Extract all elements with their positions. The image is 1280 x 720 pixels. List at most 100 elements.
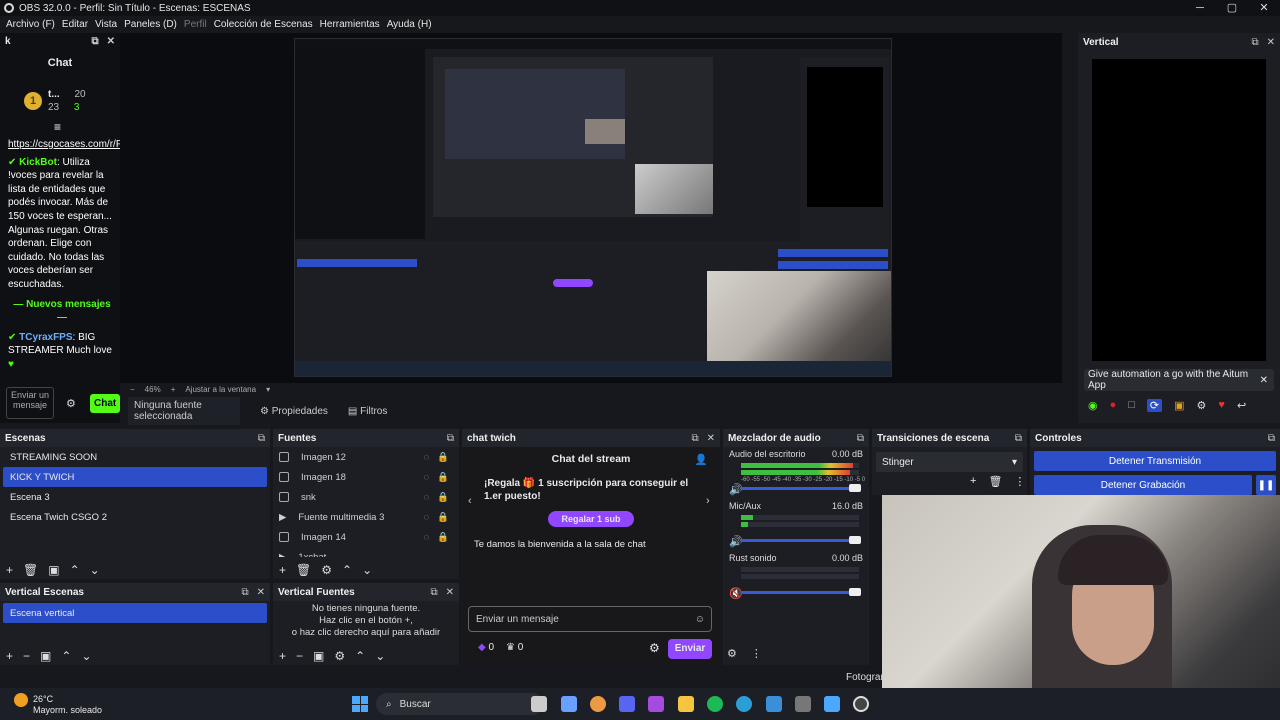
menu-vista[interactable]: Vista [95, 19, 117, 30]
up-icon[interactable]: ⌃ [61, 649, 71, 663]
chat-send-button[interactable]: Chat [90, 394, 121, 413]
more-icon[interactable]: ⋮ [751, 647, 762, 660]
add-icon[interactable]: + [6, 563, 13, 577]
folder-icon[interactable] [678, 696, 694, 712]
close-icon[interactable]: ✕ [446, 587, 454, 598]
store-icon[interactable] [766, 696, 782, 712]
task-view-icon[interactable] [531, 696, 547, 712]
stop-stream-button[interactable]: Detener Transmisión [1034, 451, 1276, 471]
chevron-down-icon[interactable]: ▾ [266, 385, 270, 394]
up-icon[interactable]: ⌃ [342, 563, 352, 577]
fit-window[interactable]: Ajustar a la ventana [185, 385, 256, 394]
emote-icon[interactable]: ☺ [695, 614, 705, 625]
widgets-icon[interactable] [561, 696, 577, 712]
close-icon[interactable]: ✕ [107, 36, 115, 47]
menu-lines-icon[interactable]: ≡ [54, 120, 61, 134]
points-icon[interactable]: ♛ [506, 642, 515, 653]
msg-user[interactable]: KickBot [19, 157, 57, 168]
scene-item-selected[interactable]: KICK Y TWICH [3, 467, 267, 487]
lock-icon[interactable]: 🔒 [437, 492, 449, 503]
visibility-icon[interactable]: ◌ [424, 512, 430, 523]
menu-herramientas[interactable]: Herramientas [320, 19, 380, 30]
float-icon[interactable]: ⧉ [1268, 433, 1275, 444]
message-input[interactable]: Enviar un mensaje [476, 614, 559, 625]
chat-input[interactable]: Enviar un mensaje [6, 387, 54, 419]
chrome-icon[interactable] [590, 696, 606, 712]
visibility-icon[interactable]: ◌ [424, 532, 430, 543]
up-icon[interactable]: ⌃ [70, 563, 80, 577]
source-item[interactable]: Imagen 12 ◌ 🔒 [273, 447, 459, 467]
add-icon[interactable]: + [970, 475, 976, 488]
float-icon[interactable]: ⧉ [258, 433, 265, 444]
settings-icon[interactable]: ⚙ [66, 397, 76, 410]
vertical-scene-item[interactable]: Escena vertical [3, 603, 267, 623]
source-item[interactable]: snk ◌ 🔒 [273, 487, 459, 507]
menu-editar[interactable]: Editar [62, 19, 88, 30]
visibility-icon[interactable]: ◌ [424, 452, 430, 463]
stream-icon[interactable]: ◉ [1088, 399, 1098, 412]
scene-item[interactable]: Escena 3 [3, 487, 267, 507]
chevron-down-icon[interactable]: ▾ [1012, 457, 1017, 468]
down-icon[interactable]: ⌄ [81, 649, 91, 663]
lock-icon[interactable]: 🔒 [437, 452, 449, 463]
maximize-button[interactable]: ▢ [1216, 0, 1248, 16]
spotify-icon[interactable] [707, 696, 723, 712]
lock-icon[interactable]: 🔒 [437, 512, 449, 523]
app-icon[interactable] [795, 696, 811, 712]
float-icon[interactable]: ⧉ [691, 433, 698, 444]
menu-ayuda[interactable]: Ayuda (H) [387, 19, 432, 30]
source-item[interactable]: ▶ 1xchat [273, 547, 459, 558]
filters-button[interactable]: Filtros [360, 406, 387, 417]
down-icon[interactable]: ⌄ [90, 563, 100, 577]
zoom-in-icon[interactable]: + [171, 385, 176, 394]
app-icon[interactable] [648, 696, 664, 712]
settings-icon[interactable]: ⚙ [649, 641, 660, 655]
menu-perfil[interactable]: Perfil [184, 19, 207, 30]
gift-sub-button[interactable]: Regalar 1 sub [548, 511, 634, 527]
source-item[interactable]: ▶ Fuente multimedia 3 ◌ 🔒 [273, 507, 459, 527]
close-icon[interactable]: ✕ [257, 587, 265, 598]
trash-icon[interactable]: 🗑 [296, 563, 311, 577]
chevron-left-icon[interactable]: ‹ [468, 495, 472, 507]
more-icon[interactable]: ⋮ [1014, 475, 1025, 488]
visibility-icon[interactable]: ◌ [424, 492, 430, 503]
add-icon[interactable]: + [6, 649, 13, 663]
minimize-button[interactable]: ─ [1184, 0, 1216, 16]
volume-slider[interactable] [741, 588, 861, 596]
settings-icon[interactable]: ⚙ [1197, 399, 1207, 412]
advanced-audio-icon[interactable]: ⚙ [727, 647, 737, 660]
lock-icon[interactable]: 🔒 [437, 472, 449, 483]
down-icon[interactable]: ⌄ [375, 649, 385, 663]
gear-icon[interactable]: ⚙ [321, 563, 332, 577]
arrow-icon[interactable]: ↩ [1237, 399, 1246, 412]
pause-icon[interactable]: ❚❚ [1256, 475, 1276, 495]
todo-icon[interactable] [824, 696, 840, 712]
add-icon[interactable]: + [279, 649, 286, 663]
record-icon[interactable]: ● [1110, 399, 1117, 412]
visibility-icon[interactable]: ◌ [424, 472, 430, 483]
discord-icon[interactable] [619, 696, 635, 712]
backtrack-icon[interactable]: ▣ [1174, 399, 1184, 412]
add-icon[interactable]: + [279, 563, 286, 577]
vertical-preview[interactable] [1092, 59, 1266, 361]
scene-item[interactable]: Escena Twich CSGO 2 [3, 507, 267, 527]
filter-icon[interactable]: ▣ [313, 649, 324, 663]
stop-icon[interactable]: □ [1128, 399, 1135, 412]
float-icon[interactable]: ⧉ [1015, 433, 1022, 444]
replay-icon[interactable]: ⟳ [1146, 399, 1163, 412]
windows-start-icon[interactable] [352, 696, 368, 712]
msg2-user[interactable]: TCyraxFPS [19, 332, 72, 343]
transition-select[interactable]: Stinger [882, 457, 914, 468]
menu-archivo[interactable]: Archivo (F) [6, 19, 55, 30]
float-icon[interactable]: ⧉ [241, 587, 248, 598]
menu-coleccion[interactable]: Colección de Escenas [214, 19, 313, 30]
float-icon[interactable]: ⧉ [430, 587, 437, 598]
source-item[interactable]: Imagen 18 ◌ 🔒 [273, 467, 459, 487]
users-icon[interactable]: 👤 [695, 453, 708, 466]
remove-icon[interactable]: − [296, 649, 303, 663]
close-icon[interactable]: ✕ [707, 433, 715, 444]
heart-icon[interactable]: ♥ [1218, 399, 1225, 412]
float-icon[interactable]: ⧉ [91, 36, 98, 47]
edge-icon[interactable] [736, 696, 752, 712]
volume-slider[interactable] [741, 536, 861, 544]
